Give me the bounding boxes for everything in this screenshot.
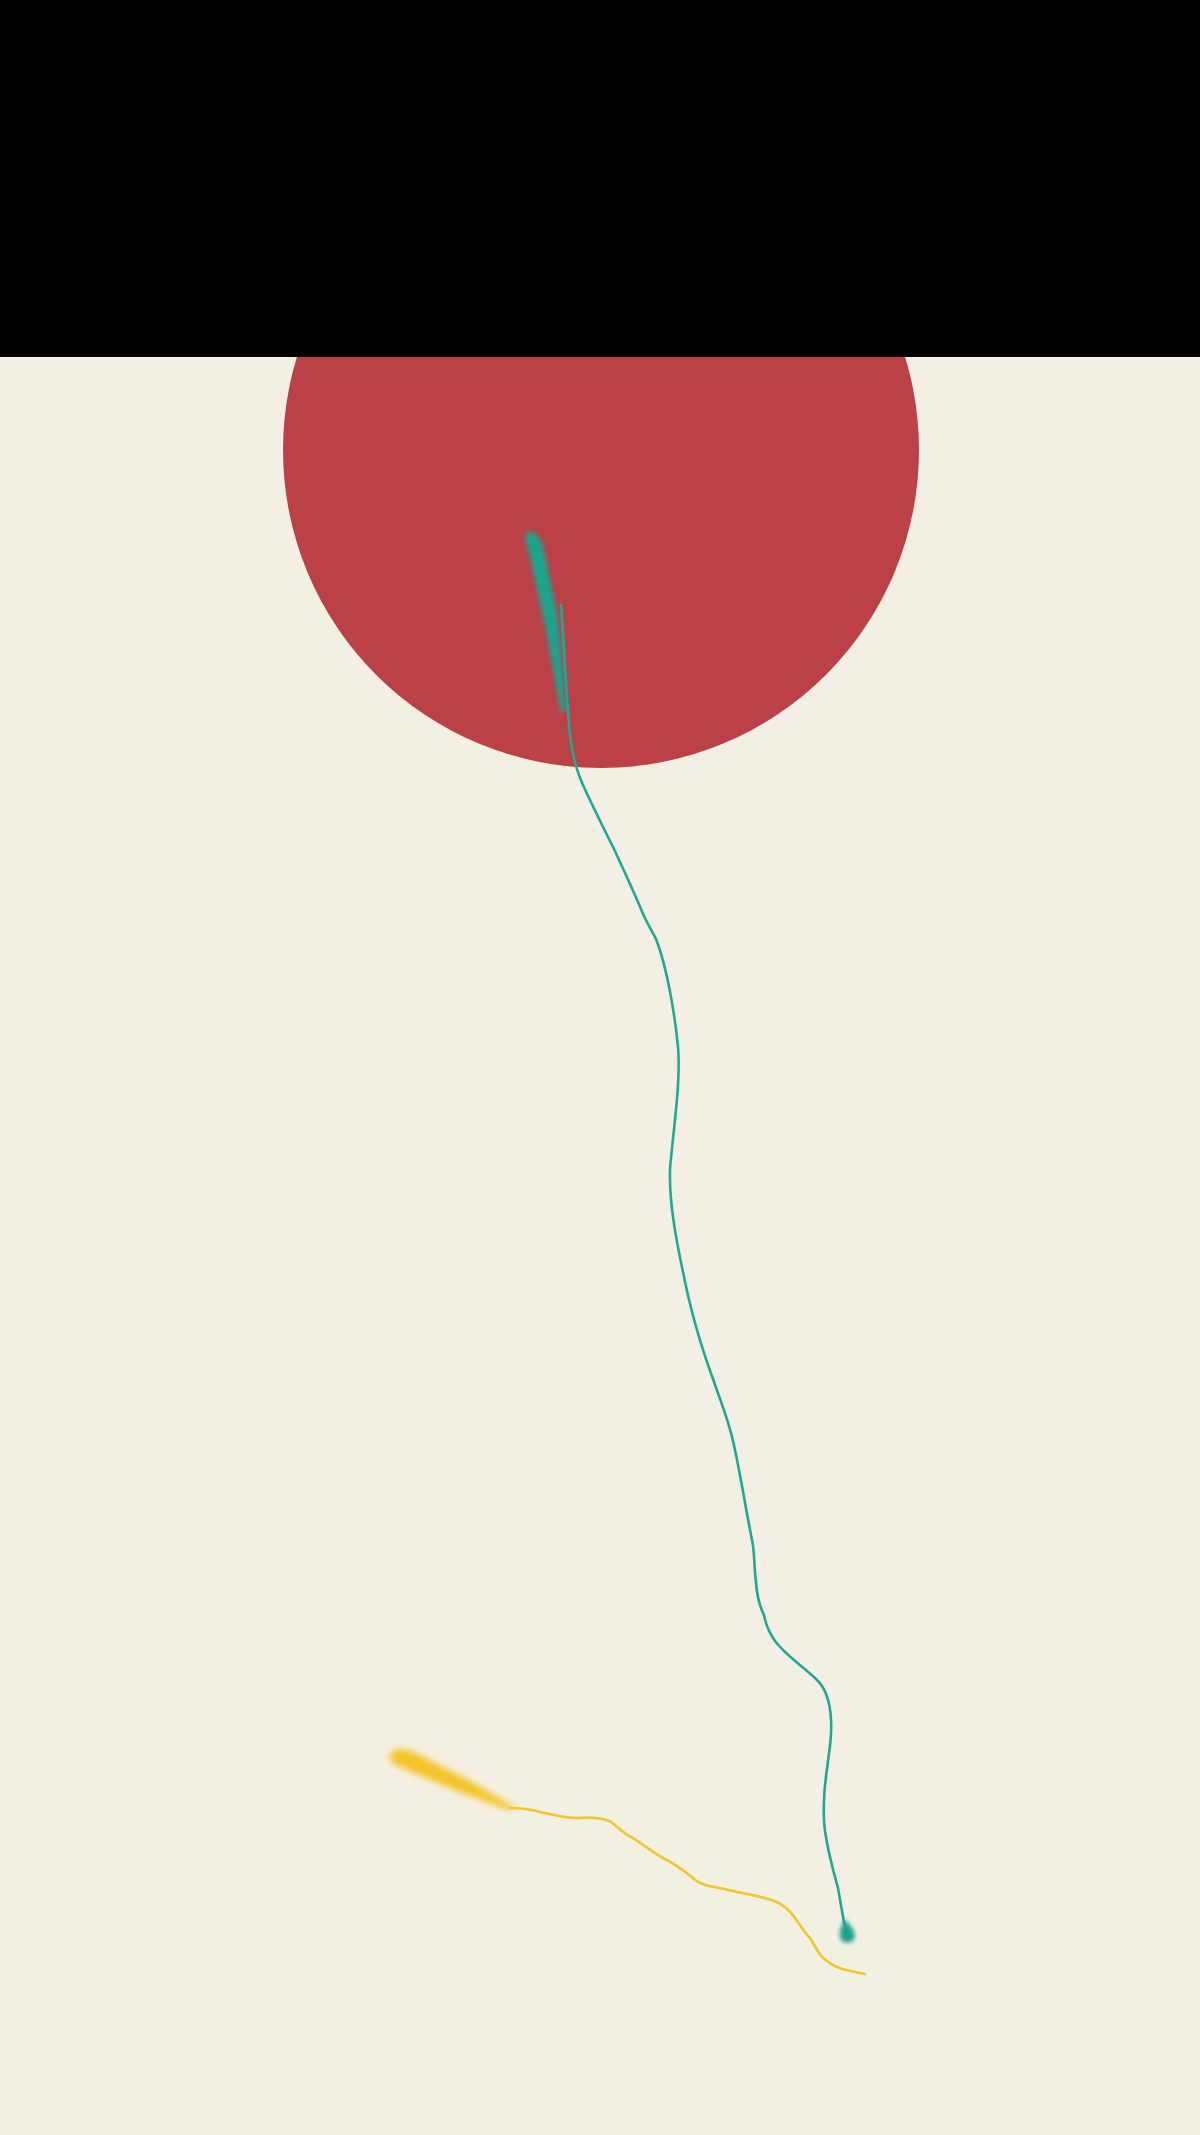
game-screen bbox=[0, 0, 1200, 2135]
yellow-stroke bbox=[389, 1748, 867, 1976]
red-sun-target bbox=[283, 357, 919, 768]
ink-scene[interactable] bbox=[0, 357, 1200, 2135]
top-black-bar bbox=[0, 0, 1200, 357]
teal-stroke-line bbox=[559, 603, 848, 1933]
teal-stroke-tip bbox=[839, 1919, 855, 1943]
game-canvas[interactable] bbox=[0, 357, 1200, 2135]
yellow-stroke-head bbox=[389, 1748, 515, 1810]
yellow-stroke-line bbox=[508, 1806, 867, 1976]
